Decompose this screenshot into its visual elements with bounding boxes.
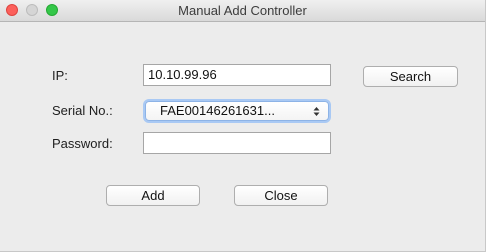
password-input[interactable]: [143, 132, 331, 154]
serial-select-value: FAE00146261631...: [160, 103, 275, 118]
serial-label: Serial No.:: [52, 103, 113, 118]
add-button[interactable]: Add: [106, 185, 200, 206]
dialog-window: Manual Add Controller IP: 10.10.99.96 Se…: [0, 0, 486, 252]
ip-input[interactable]: 10.10.99.96: [143, 64, 331, 86]
title-bar: Manual Add Controller: [0, 0, 485, 22]
window-title: Manual Add Controller: [178, 3, 307, 18]
serial-select[interactable]: FAE00146261631...: [145, 101, 329, 121]
ip-label: IP:: [52, 68, 68, 83]
select-arrows-icon: [313, 102, 320, 120]
close-button[interactable]: Close: [234, 185, 328, 206]
password-label: Password:: [52, 136, 113, 151]
search-button[interactable]: Search: [363, 66, 458, 87]
